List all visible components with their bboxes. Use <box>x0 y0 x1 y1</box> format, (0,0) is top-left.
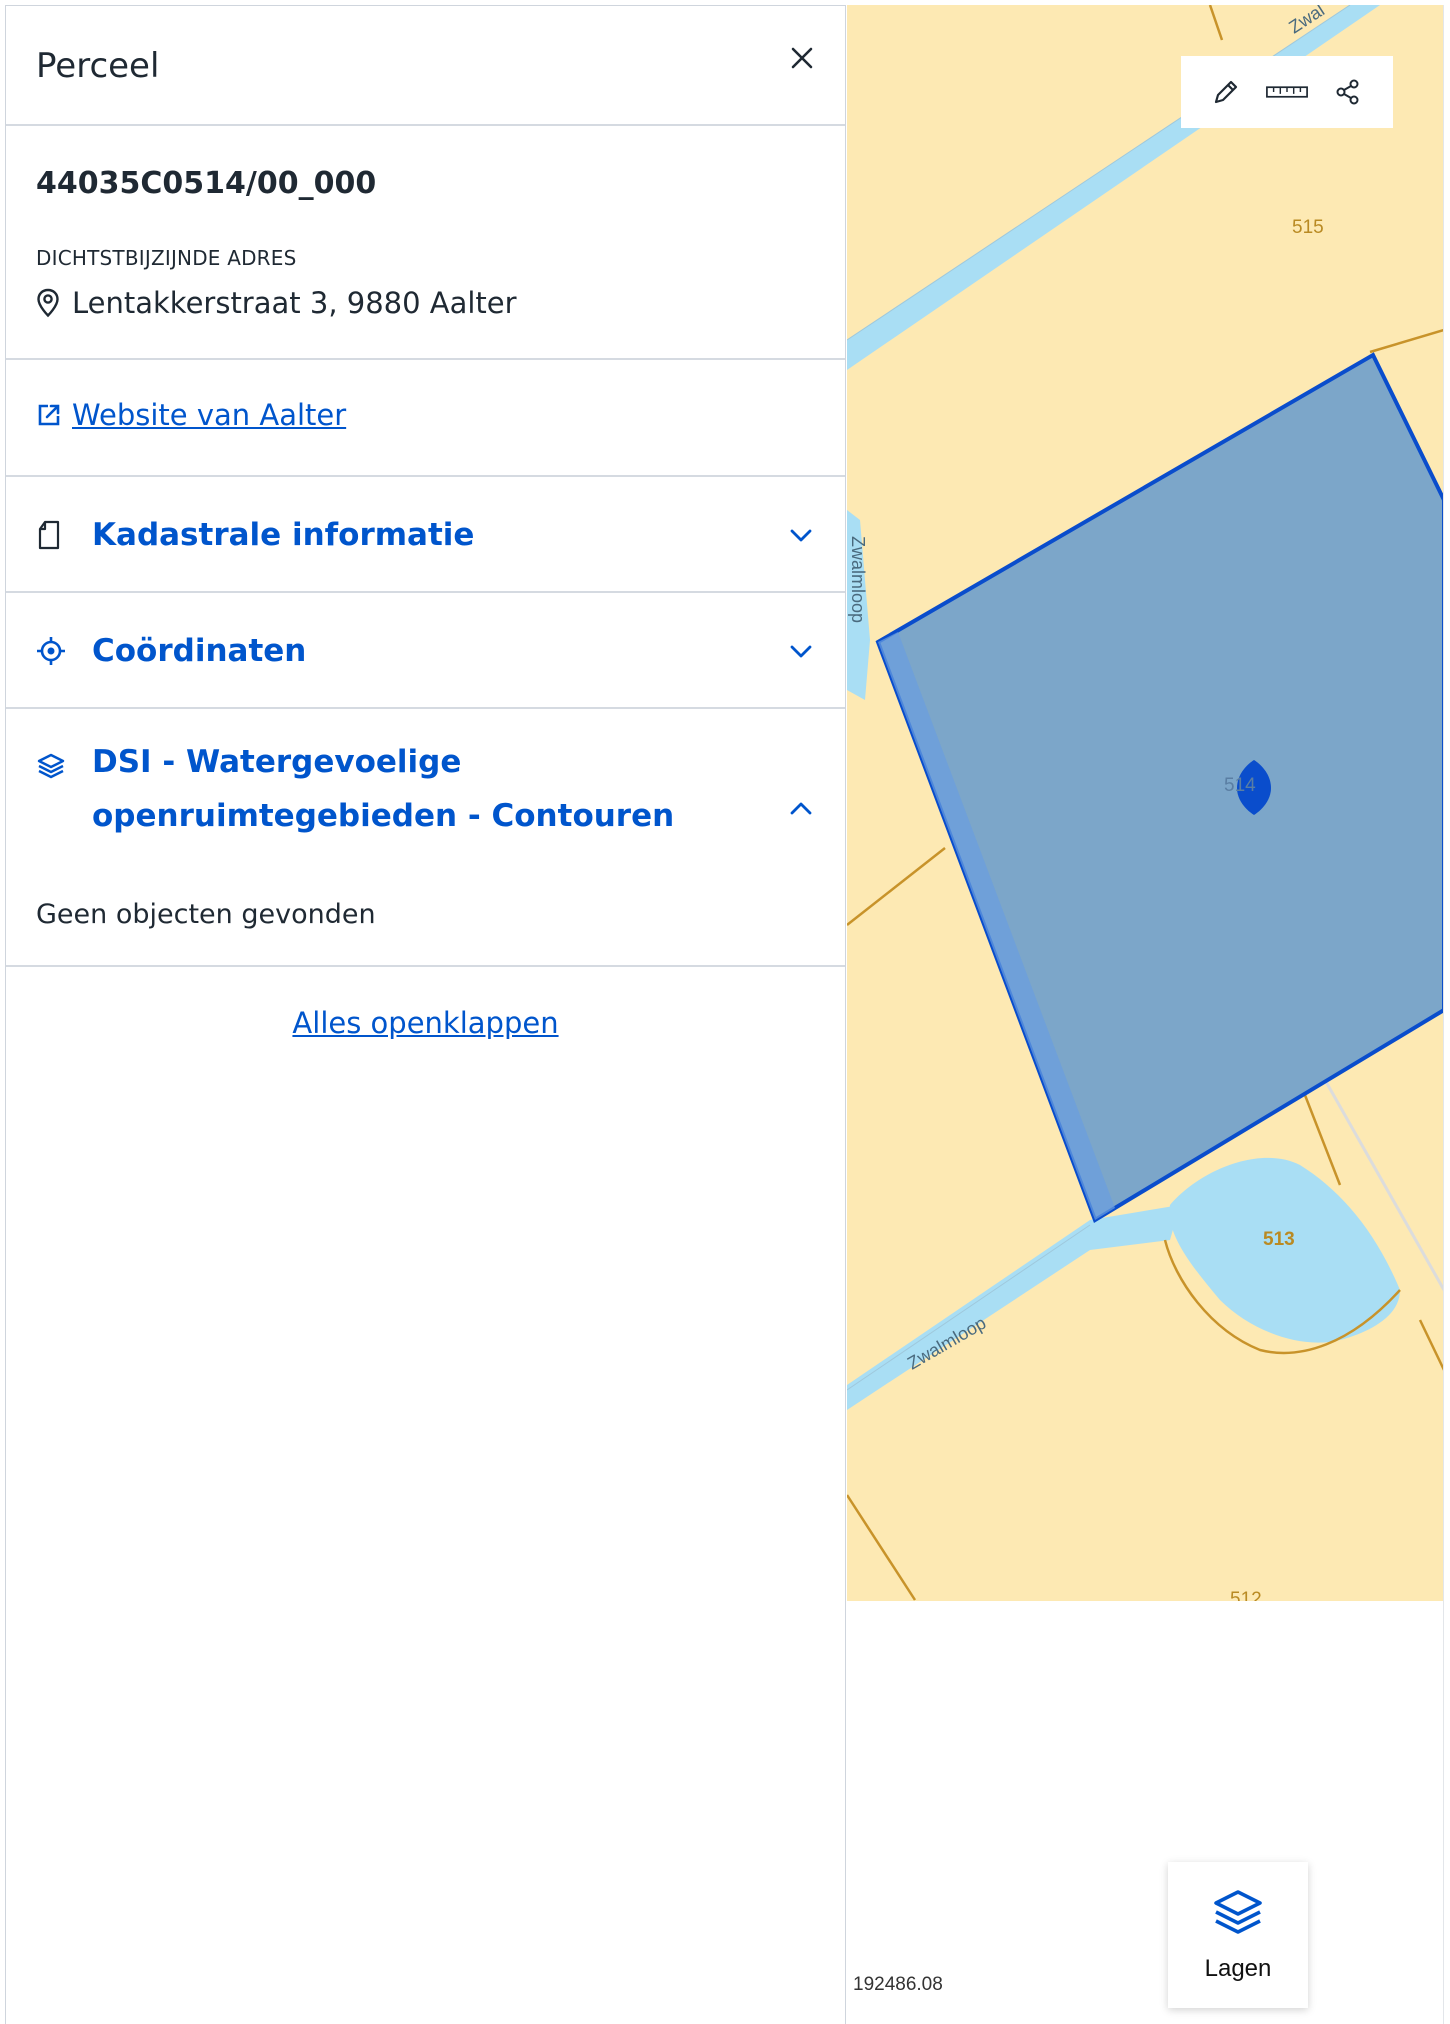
website-link-text: Website van Aalter <box>72 398 347 432</box>
layers-icon <box>37 753 65 779</box>
layers-button[interactable]: Lagen <box>1168 1862 1308 2008</box>
parcel-id: 44035C0514/00_000 <box>36 166 377 201</box>
document-icon <box>38 520 60 550</box>
measure-button[interactable] <box>1265 70 1309 114</box>
parcel-label-514: 514 <box>1224 775 1256 796</box>
chevron-down-icon <box>790 645 812 658</box>
location-pin-icon <box>37 288 59 318</box>
panel-title: Perceel <box>36 46 160 86</box>
accordion-header-coordinaten[interactable]: Coördinaten <box>36 593 825 709</box>
parcel-summary: 44035C0514/00_000 DICHTSTBIJZIJNDE ADRES… <box>6 126 845 360</box>
draw-button[interactable] <box>1204 70 1248 114</box>
accordion-label: DSI - Watergevoelige openruimtegebieden … <box>92 735 674 843</box>
accordion-label-line1: DSI - Watergevoelige <box>92 744 462 780</box>
accordion-header-kadastrale[interactable]: Kadastrale informatie <box>36 477 825 593</box>
close-button[interactable] <box>782 38 822 78</box>
accordion-body-text: Geen objecten gevonden <box>36 899 376 930</box>
parcel-label-513: 513 <box>1263 1229 1295 1250</box>
parcel-label-512: 512 <box>1230 1589 1262 1601</box>
expand-all-link[interactable]: Alles openklappen <box>292 1006 558 1040</box>
map-canvas[interactable]: 515 514 513 512 Zwalmloop Zwalmloop Zwal <box>847 5 1444 1601</box>
address-label: DICHTSTBIJZIJNDE ADRES <box>36 246 297 270</box>
map-view[interactable]: 515 514 513 512 Zwalmloop Zwalmloop Zwal <box>847 5 1444 1601</box>
layers-button-label: Lagen <box>1204 1955 1272 1982</box>
accordion-dsi-watergevoelige: DSI - Watergevoelige openruimtegebieden … <box>6 709 845 967</box>
accordion-label: Coördinaten <box>92 633 307 669</box>
accordion-header-dsi[interactable]: DSI - Watergevoelige openruimtegebieden … <box>36 744 825 843</box>
accordion-label-line2: openruimtegebieden - Contouren <box>92 798 675 834</box>
close-icon <box>791 47 813 69</box>
address-row: Lentakkerstraat 3, 9880 Aalter <box>36 286 517 320</box>
address-text: Lentakkerstraat 3, 9880 Aalter <box>72 286 517 320</box>
chevron-up-icon <box>790 802 812 815</box>
ruler-icon <box>1266 86 1308 98</box>
map-right-border <box>1443 5 1444 2024</box>
location-target-icon <box>37 637 65 665</box>
website-section: Website van Aalter <box>6 360 845 477</box>
coordinate-readout: 192486.08 <box>853 1974 943 1995</box>
external-link-icon <box>38 404 60 426</box>
accordion-label: Kadastrale informatie <box>92 517 475 553</box>
website-link[interactable]: Website van Aalter <box>36 398 346 432</box>
pencil-icon <box>1214 80 1237 104</box>
chevron-down-icon <box>790 529 812 542</box>
accordion-coordinaten: Coördinaten <box>6 593 845 709</box>
share-icon <box>1336 79 1359 105</box>
street-label-zwalmloop-vertical: Zwalmloop <box>848 536 868 623</box>
map-toolbar <box>1181 56 1393 128</box>
layers-icon <box>1214 1890 1262 1934</box>
expand-all: Alles openklappen <box>6 1006 845 1040</box>
info-panel: Perceel 44035C0514/00_000 DICHTSTBIJZIJN… <box>5 5 846 2024</box>
share-button[interactable] <box>1326 70 1370 114</box>
panel-header: Perceel <box>6 6 845 126</box>
accordion-kadastrale-informatie: Kadastrale informatie <box>6 477 845 593</box>
parcel-label-515: 515 <box>1292 217 1324 238</box>
